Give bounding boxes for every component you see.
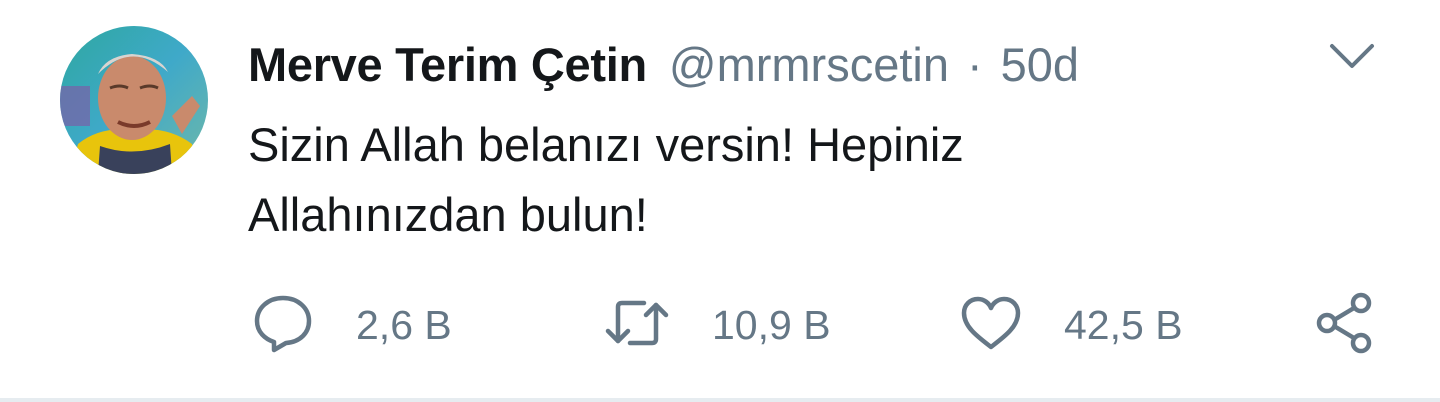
retweet-button[interactable]: 10,9 B	[604, 290, 831, 360]
author-handle[interactable]: @mrmrscetin	[669, 37, 949, 92]
reply-icon	[252, 292, 314, 359]
like-count: 42,5 B	[1064, 301, 1183, 348]
reply-count: 2,6 B	[356, 301, 452, 348]
tweet-header: Merve Terim Çetin @mrmrscetin · 50d	[248, 32, 1079, 96]
separator-dot: ·	[967, 37, 983, 91]
timestamp[interactable]: 50d	[1001, 37, 1079, 92]
retweet-icon	[604, 295, 670, 356]
avatar[interactable]	[60, 26, 208, 174]
tweet-text: Sizin Allah belanızı versin! Hepiniz All…	[248, 110, 1248, 250]
divider	[0, 398, 1440, 402]
reply-button[interactable]: 2,6 B	[252, 290, 452, 360]
share-button[interactable]	[1314, 290, 1376, 360]
tweet-text-line: Sizin Allah belanızı versin! Hepiniz	[248, 118, 964, 171]
tweet-text-line: Allahınızdan bulun!	[248, 188, 648, 241]
tweet[interactable]: Merve Terim Çetin @mrmrscetin · 50d Sizi…	[0, 0, 1440, 398]
like-button[interactable]: 42,5 B	[960, 290, 1183, 360]
heart-icon	[960, 295, 1022, 356]
chevron-down-icon[interactable]	[1326, 40, 1378, 72]
avatar-image	[60, 26, 208, 174]
retweet-count: 10,9 B	[712, 301, 831, 348]
share-icon	[1314, 292, 1376, 359]
author-name[interactable]: Merve Terim Çetin	[248, 37, 647, 92]
